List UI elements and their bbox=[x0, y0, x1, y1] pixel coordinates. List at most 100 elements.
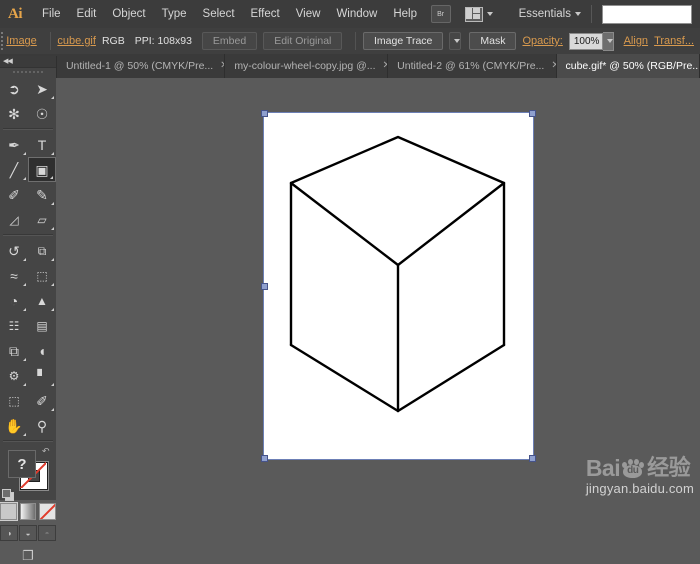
tool-flyout-corner-icon bbox=[23, 308, 26, 311]
workspace-switcher[interactable]: Essentials bbox=[519, 8, 581, 20]
shape-builder-tool[interactable]: ◔ bbox=[0, 288, 28, 313]
search-input[interactable] bbox=[602, 5, 692, 24]
gradient-mode-button[interactable] bbox=[20, 503, 37, 520]
artboard-tool[interactable]: ⬚ bbox=[0, 388, 28, 413]
opacity-dropdown[interactable] bbox=[603, 32, 614, 51]
slice-tool[interactable]: ✐ bbox=[28, 388, 56, 413]
menu-item-window[interactable]: Window bbox=[328, 4, 385, 24]
tools-divider bbox=[3, 128, 53, 130]
menu-item-file[interactable]: File bbox=[34, 4, 69, 24]
menu-item-help[interactable]: Help bbox=[385, 4, 425, 24]
tab-untitled-1[interactable]: Untitled-1 @ 50% (CMYK/Pre... ✕ bbox=[57, 54, 225, 78]
gradient-icon: ▤ bbox=[36, 320, 47, 332]
zoom-tool[interactable]: ⚲ bbox=[28, 413, 56, 438]
arrange-documents-button[interactable] bbox=[465, 7, 493, 22]
direct-selection-tool[interactable]: ➤ bbox=[28, 76, 56, 101]
selection-handle-bottom-right[interactable] bbox=[529, 455, 536, 462]
edit-original-button[interactable]: Edit Original bbox=[263, 32, 342, 50]
tools-panel-header[interactable]: ◀◀ bbox=[0, 56, 56, 68]
gradient-tool[interactable]: ▤ bbox=[28, 313, 56, 338]
scale-tool[interactable]: ⧉ bbox=[28, 238, 56, 263]
menu-item-select[interactable]: Select bbox=[195, 4, 243, 24]
image-trace-presets-dropdown[interactable] bbox=[449, 32, 461, 50]
rotate-tool[interactable]: ↺ bbox=[0, 238, 28, 263]
type-tool[interactable]: T bbox=[28, 132, 56, 157]
free-transform-tool[interactable]: ⬚ bbox=[28, 263, 56, 288]
linked-file-link[interactable]: cube.gif bbox=[57, 35, 96, 47]
menu-item-object[interactable]: Object bbox=[104, 4, 153, 24]
eyedropper-tool[interactable]: ⧉ bbox=[0, 338, 28, 363]
menu-item-type[interactable]: Type bbox=[154, 4, 195, 24]
illustrator-window: Ai File Edit Object Type Select Effect V… bbox=[0, 0, 700, 500]
control-divider bbox=[355, 32, 356, 50]
blend-tool[interactable]: ◖ bbox=[28, 338, 56, 363]
none-mode-button[interactable] bbox=[39, 503, 56, 520]
selection-type-label[interactable]: Image bbox=[6, 35, 37, 47]
swap-fill-stroke-icon[interactable]: ↶ bbox=[42, 446, 53, 457]
perspective-grid-tool[interactable]: ▲ bbox=[28, 288, 56, 313]
draw-behind-button[interactable]: ◒ bbox=[19, 525, 37, 541]
tab-untitled-2[interactable]: Untitled-2 @ 61% (CMYK/Pre... ✕ bbox=[388, 54, 556, 78]
pen-tool[interactable]: ✒ bbox=[0, 132, 28, 157]
tools-divider bbox=[3, 440, 53, 442]
draw-inside-button[interactable]: ◓ bbox=[38, 525, 56, 541]
mesh-tool[interactable]: ☷ bbox=[0, 313, 28, 338]
tab-label: Untitled-1 @ 50% (CMYK/Pre... bbox=[66, 60, 213, 72]
tools-panel-drag-handle[interactable] bbox=[0, 68, 56, 76]
selection-handle-bottom-left[interactable] bbox=[261, 455, 268, 462]
go-to-bridge-icon[interactable]: Br bbox=[431, 5, 451, 23]
eraser-tool[interactable]: ▱ bbox=[28, 207, 56, 232]
document-tab-bar: Untitled-1 @ 50% (CMYK/Pre... ✕ my-colou… bbox=[0, 54, 700, 79]
document-canvas[interactable]: Bai 经验 jingyan.baidu.com bbox=[56, 78, 700, 500]
menu-item-effect[interactable]: Effect bbox=[243, 4, 288, 24]
menu-item-view[interactable]: View bbox=[288, 4, 329, 24]
transform-label[interactable]: Transf... bbox=[654, 35, 694, 47]
blend-icon: ◖ bbox=[38, 344, 46, 358]
blob-brush-tool[interactable]: ◿ bbox=[0, 207, 28, 232]
isometric-cube-drawing[interactable] bbox=[264, 113, 533, 459]
hand-tool[interactable]: ✋ bbox=[0, 413, 28, 438]
tab-my-colour-wheel-copy[interactable]: my-colour-wheel-copy.jpg @... ✕ bbox=[225, 54, 388, 78]
tool-flyout-corner-icon bbox=[51, 96, 54, 99]
image-trace-button[interactable]: Image Trace bbox=[363, 32, 443, 50]
shape-builder-icon: ◔ bbox=[10, 294, 18, 308]
draw-normal-button[interactable]: ◑ bbox=[0, 525, 18, 541]
fill-swatch[interactable]: ? bbox=[8, 450, 36, 478]
embed-button[interactable]: Embed bbox=[202, 32, 257, 50]
artboard[interactable] bbox=[263, 112, 534, 460]
lasso-tool[interactable]: ☉ bbox=[28, 101, 56, 126]
width-icon: ≈ bbox=[10, 269, 18, 283]
symbol-sprayer-tool[interactable]: ⚙ bbox=[0, 363, 28, 388]
selection-tool[interactable]: ➲ bbox=[0, 76, 28, 101]
paint-mode-row bbox=[0, 503, 56, 520]
change-screen-mode-button[interactable]: ❐ bbox=[0, 548, 56, 564]
selection-handle-middle-left[interactable] bbox=[261, 283, 268, 290]
default-fill-stroke-icon[interactable] bbox=[2, 489, 13, 500]
menu-item-edit[interactable]: Edit bbox=[69, 4, 105, 24]
collapse-panel-icon[interactable]: ◀◀ bbox=[3, 58, 12, 65]
tool-flyout-corner-icon bbox=[51, 258, 54, 261]
rectangle-tool[interactable]: ▣ bbox=[28, 157, 56, 182]
tool-flyout-corner-icon bbox=[23, 283, 26, 286]
selection-handle-top-left[interactable] bbox=[261, 110, 268, 117]
opacity-input[interactable]: 100% bbox=[569, 33, 603, 50]
menu-bar-right: Br Essentials bbox=[431, 0, 700, 28]
mask-button[interactable]: Mask bbox=[469, 32, 516, 50]
line-segment-tool[interactable]: ╱ bbox=[0, 157, 28, 182]
app-logo-icon: Ai bbox=[0, 0, 30, 28]
opacity-label[interactable]: Opacity: bbox=[522, 35, 562, 47]
tab-cube-gif[interactable]: cube.gif* @ 50% (RGB/Pre... bbox=[557, 54, 700, 78]
eyedropper-icon: ⧉ bbox=[9, 344, 19, 358]
width-tool[interactable]: ≈ bbox=[0, 263, 28, 288]
column-graph-tool[interactable]: ▘ bbox=[28, 363, 56, 388]
watermark-url: jingyan.baidu.com bbox=[586, 481, 694, 496]
magic-wand-tool[interactable]: ✻ bbox=[0, 101, 28, 126]
control-bar-drag-handle[interactable] bbox=[0, 28, 4, 54]
selection-handle-top-right[interactable] bbox=[529, 110, 536, 117]
align-label[interactable]: Align bbox=[624, 35, 648, 47]
line-icon: ╱ bbox=[10, 163, 18, 177]
arrange-documents-icon bbox=[465, 7, 483, 22]
color-mode-button[interactable] bbox=[0, 503, 17, 520]
pencil-tool[interactable]: ✎ bbox=[28, 182, 56, 207]
paintbrush-tool[interactable]: ✐ bbox=[0, 182, 28, 207]
